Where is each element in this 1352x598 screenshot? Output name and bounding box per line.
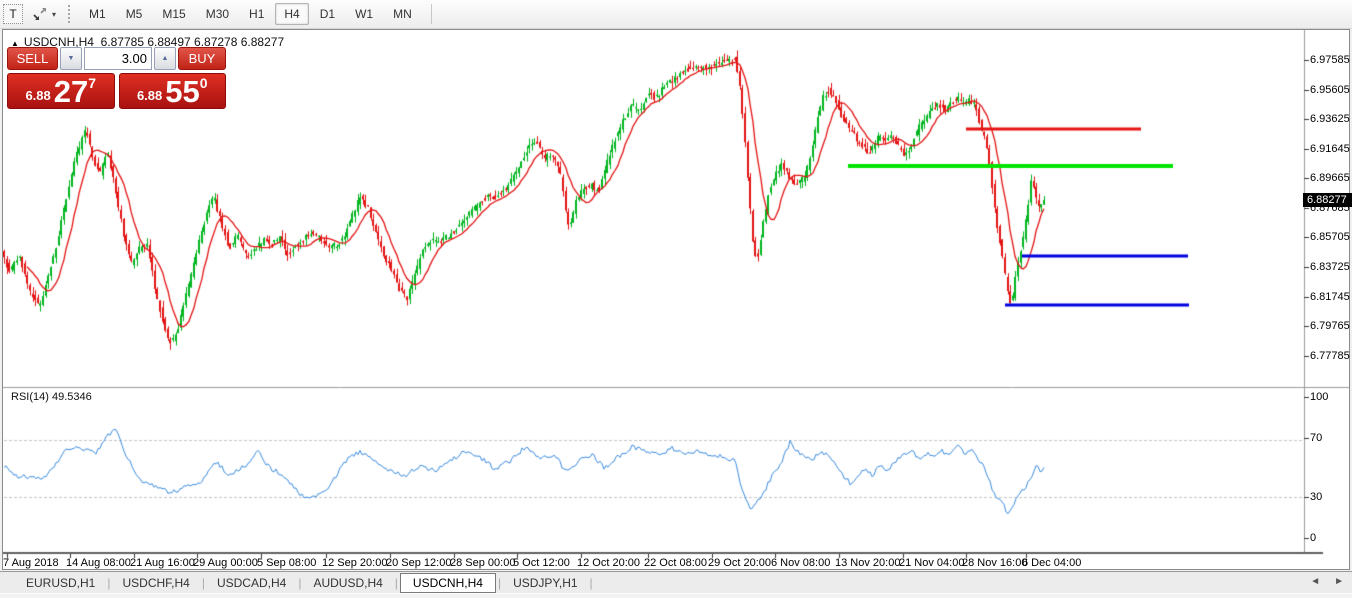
terminal-screen: T ▾ M1M5M15M30H1H4D1W1MN ▲USDCNH,H4 6.87… — [0, 0, 1352, 598]
buy-button[interactable]: BUY — [178, 47, 226, 70]
timeframe-button-M1[interactable]: M1 — [80, 3, 115, 25]
timeframe-group: M1M5M15M30H1H4D1W1MN — [80, 3, 421, 25]
rsi-axis-label: 100 — [1310, 391, 1328, 403]
sell-price-point: 7 — [88, 75, 96, 91]
sell-button[interactable]: SELL — [7, 47, 58, 70]
chart-tab-USDCNHH4[interactable]: USDCNH,H4 — [400, 573, 496, 593]
date-axis-label: 20 Sep 12:00 — [386, 557, 451, 569]
rsi-name: RSI(14) — [11, 391, 49, 403]
rsi-value: 49.5346 — [52, 391, 92, 403]
volume-input[interactable] — [84, 47, 152, 70]
timeframe-button-M5[interactable]: M5 — [117, 3, 152, 25]
price-axis-label: 6.83725 — [1310, 261, 1350, 273]
chart-canvas[interactable] — [3, 30, 1349, 569]
rsi-axis-label: 0 — [1310, 532, 1316, 544]
timeframe-button-W1[interactable]: W1 — [346, 3, 382, 25]
timeframe-button-H4[interactable]: H4 — [275, 3, 308, 25]
rsi-indicator-label: RSI(14) 49.5346 — [11, 391, 92, 403]
tab-separator: | — [496, 576, 503, 590]
date-axis-label: 28 Sep 00:00 — [450, 557, 515, 569]
price-axis-label: 6.89665 — [1310, 172, 1350, 184]
date-axis-label: 22 Oct 08:00 — [644, 557, 707, 569]
rsi-axis-label: 30 — [1310, 491, 1322, 503]
toolbar-separator — [431, 4, 432, 24]
date-axis-label: 21 Nov 04:00 — [899, 557, 964, 569]
date-axis-label: 7 Aug 2018 — [3, 557, 59, 569]
price-axis-label: 6.93625 — [1310, 113, 1350, 125]
timeframe-button-M30[interactable]: M30 — [197, 3, 238, 25]
date-axis-label: 5 Sep 08:00 — [257, 557, 316, 569]
buy-price-box[interactable]: 6.88 55 0 — [119, 73, 227, 109]
sell-price-pips: 27 — [54, 77, 88, 106]
tab-separator: | — [105, 576, 112, 590]
one-click-trading-panel: SELL ▼ ▲ BUY 6.88 27 7 — [7, 47, 226, 109]
date-axis-label: 29 Oct 20:00 — [708, 557, 771, 569]
chart-tab-EURUSDH1[interactable]: EURUSD,H1 — [16, 574, 105, 592]
chart-tab-USDJPYH1[interactable]: USDJPY,H1 — [503, 574, 587, 592]
spinner-down-icon: ▼ — [68, 55, 75, 62]
trade-levels-button[interactable]: ▾ — [29, 3, 60, 25]
tab-separator: | — [296, 576, 303, 590]
price-axis-label: 6.95605 — [1310, 84, 1350, 96]
text-tool-button[interactable]: T — [3, 4, 23, 24]
volume-increase-button[interactable]: ▲ — [154, 47, 176, 70]
price-axis-label: 6.97585 — [1310, 54, 1350, 66]
tab-scroll-buttons: ◄ ► — [1310, 576, 1344, 587]
date-axis-label: 6 Dec 04:00 — [1022, 557, 1081, 569]
chart-tabs: EURUSD,H1|USDCHF,H4|USDCAD,H4|AUDUSD,H4|… — [16, 573, 595, 593]
date-axis-label: 6 Nov 08:00 — [771, 557, 830, 569]
tab-separator: | — [588, 576, 595, 590]
text-tool-icon: T — [9, 7, 16, 21]
buy-button-label: BUY — [189, 51, 216, 66]
sell-price-major: 6.88 — [25, 88, 50, 103]
date-axis-label: 21 Aug 16:00 — [130, 557, 195, 569]
date-axis-label: 5 Oct 12:00 — [513, 557, 570, 569]
chart-tab-USDCADH4[interactable]: USDCAD,H4 — [207, 574, 296, 592]
tab-scroll-right-icon[interactable]: ► — [1334, 576, 1344, 587]
date-axis-label: 13 Nov 20:00 — [835, 557, 900, 569]
timeframe-button-MN[interactable]: MN — [384, 3, 421, 25]
tab-separator: | — [393, 576, 400, 590]
dropdown-caret-icon: ▾ — [52, 10, 56, 19]
chart-window: ▲USDCNH,H4 6.87785 6.88497 6.87278 6.882… — [2, 29, 1350, 570]
tab-scroll-left-icon[interactable]: ◄ — [1310, 576, 1320, 587]
spinner-up-icon: ▲ — [162, 55, 169, 62]
volume-decrease-button[interactable]: ▼ — [60, 47, 82, 70]
date-axis-label: 12 Oct 20:00 — [577, 557, 640, 569]
price-axis-label: 6.85705 — [1310, 231, 1350, 243]
chart-tab-AUDUSDH4[interactable]: AUDUSD,H4 — [303, 574, 392, 592]
sell-button-label: SELL — [17, 51, 49, 66]
chart-tab-bar: EURUSD,H1|USDCHF,H4|USDCAD,H4|AUDUSD,H4|… — [0, 571, 1352, 594]
timeframe-button-M15[interactable]: M15 — [153, 3, 194, 25]
date-axis-label: 28 Nov 16:00 — [962, 557, 1027, 569]
price-axis-label: 6.81745 — [1310, 291, 1350, 303]
tab-separator: | — [200, 576, 207, 590]
date-axis-label: 14 Aug 08:00 — [66, 557, 131, 569]
price-axis-label: 6.77785 — [1310, 350, 1350, 362]
toolbar-drag-handle[interactable] — [68, 5, 74, 23]
current-price-badge: 6.88277 — [1303, 193, 1352, 207]
buy-price-major: 6.88 — [137, 88, 162, 103]
chart-tab-USDCHFH4[interactable]: USDCHF,H4 — [112, 574, 199, 592]
rsi-axis-label: 70 — [1310, 432, 1322, 444]
buy-price-point: 0 — [200, 75, 208, 91]
date-axis-label: 12 Sep 20:00 — [322, 557, 387, 569]
timeframe-button-H1[interactable]: H1 — [240, 3, 273, 25]
date-axis-label: 29 Aug 00:00 — [193, 557, 258, 569]
sell-price-box[interactable]: 6.88 27 7 — [7, 73, 115, 109]
top-toolbar: T ▾ M1M5M15M30H1H4D1W1MN — [0, 0, 1352, 29]
price-axis-label: 6.79765 — [1310, 320, 1350, 332]
status-strip — [0, 593, 1352, 598]
price-axis-label: 6.91645 — [1310, 143, 1350, 155]
arrows-icon — [33, 7, 48, 21]
timeframe-button-D1[interactable]: D1 — [311, 3, 344, 25]
buy-price-pips: 55 — [165, 77, 199, 106]
